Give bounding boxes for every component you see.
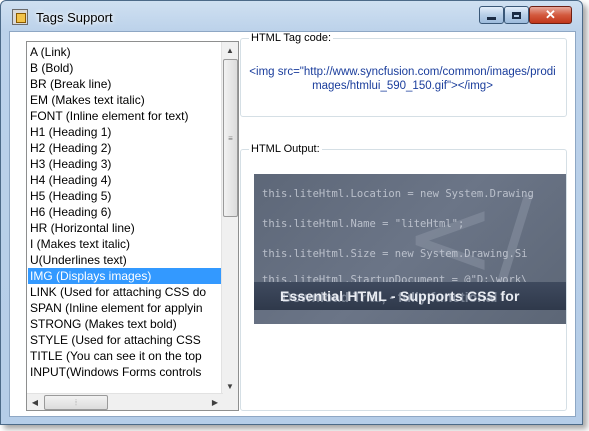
tag-list-item[interactable]: I (Makes text italic)	[28, 236, 223, 252]
scroll-left-arrow-icon[interactable]: ◀	[27, 394, 43, 410]
html-tag-code-group: HTML Tag code: <img src="http://www.sync…	[240, 32, 567, 117]
horizontal-scrollbar[interactable]: ◀ ⦙ ▶	[27, 393, 223, 410]
vertical-scrollbar[interactable]: ▲ ≡ ▼	[221, 42, 238, 394]
html-output-group: HTML Output: </ this.liteHtml.Location =…	[240, 143, 567, 411]
preview-code-line: this.liteHtml.Location = new System.Draw…	[262, 188, 534, 200]
tag-list-item[interactable]: H4 (Heading 4)	[28, 172, 223, 188]
scroll-down-arrow-icon[interactable]: ▼	[222, 378, 238, 394]
maximize-icon	[512, 11, 521, 19]
vertical-scroll-thumb[interactable]: ≡	[223, 59, 238, 217]
tag-list-item[interactable]: U(Underlines text)	[28, 252, 223, 268]
maximize-button[interactable]	[504, 6, 529, 24]
tag-list-item[interactable]: BR (Break line)	[28, 76, 223, 92]
tags-list[interactable]: A (Link) B (Bold) BR (Break line) EM (Makes…	[28, 44, 223, 394]
main-window: Tags Support ✕ A (Link) B (Bold) BR (Break…	[0, 0, 583, 425]
html-tag-code-legend: HTML Tag code:	[249, 32, 334, 44]
tag-list-item[interactable]: H5 (Heading 5)	[28, 188, 223, 204]
tag-list-item[interactable]: STYLE (Used for attaching CSS	[28, 332, 223, 348]
minimize-icon	[487, 16, 496, 20]
close-button[interactable]: ✕	[529, 6, 572, 24]
horizontal-scroll-thumb[interactable]: ⦙	[44, 395, 108, 410]
scroll-up-arrow-icon[interactable]: ▲	[222, 42, 238, 58]
tag-list-item[interactable]: EM (Makes text italic)	[28, 92, 223, 108]
tag-list-item[interactable]: FONT (Inline element for text)	[28, 108, 223, 124]
tag-list-item[interactable]: IMG (Displays images)	[28, 268, 223, 284]
tag-list-item[interactable]: H6 (Heading 6)	[28, 204, 223, 220]
banner-text: Essential HTML - Supports CSS for	[280, 288, 520, 304]
tag-list-item[interactable]: H1 (Heading 1)	[28, 124, 223, 140]
preview-code-line: this.liteHtml.Size = new System.Drawing.…	[262, 248, 528, 260]
tag-list-item[interactable]: TITLE (You can see it on the top	[28, 348, 223, 364]
tag-list-item[interactable]: H3 (Heading 3)	[28, 156, 223, 172]
html-tag-code-text[interactable]: <img src="http://www.syncfusion.com/comm…	[247, 65, 558, 93]
tag-list-item[interactable]: INPUT(Windows Forms controls	[28, 364, 223, 380]
tag-list-item[interactable]: B (Bold)	[28, 60, 223, 76]
tag-list-item[interactable]: LINK (Used for attaching CSS do	[28, 284, 223, 300]
html-output-legend: HTML Output:	[249, 143, 322, 155]
window-title: Tags Support	[36, 10, 113, 25]
tag-list-item[interactable]: STRONG (Makes text bold)	[28, 316, 223, 332]
close-icon: ✕	[545, 7, 556, 22]
tag-list-item[interactable]: H2 (Heading 2)	[28, 140, 223, 156]
preview-code-line: this.liteHtml.Name = "liteHtml";	[262, 218, 465, 230]
minimize-button[interactable]	[479, 6, 504, 24]
tag-list-item[interactable]: HR (Horizontal line)	[28, 220, 223, 236]
app-icon[interactable]	[12, 9, 28, 25]
scroll-right-arrow-icon[interactable]: ▶	[207, 394, 223, 410]
title-bar[interactable]: Tags Support ✕	[1, 1, 582, 31]
tags-listbox[interactable]: A (Link) B (Bold) BR (Break line) EM (Makes…	[26, 41, 239, 411]
tag-list-item[interactable]: SPAN (Inline element for applyin	[28, 300, 223, 316]
tag-list-item[interactable]: A (Link)	[28, 44, 223, 60]
html-output-preview-image: </ this.liteHtml.Location = new System.D…	[254, 174, 566, 324]
scrollbar-corner	[222, 394, 238, 410]
preview-banner: Download Trial, - fully functional Essen…	[254, 282, 566, 310]
